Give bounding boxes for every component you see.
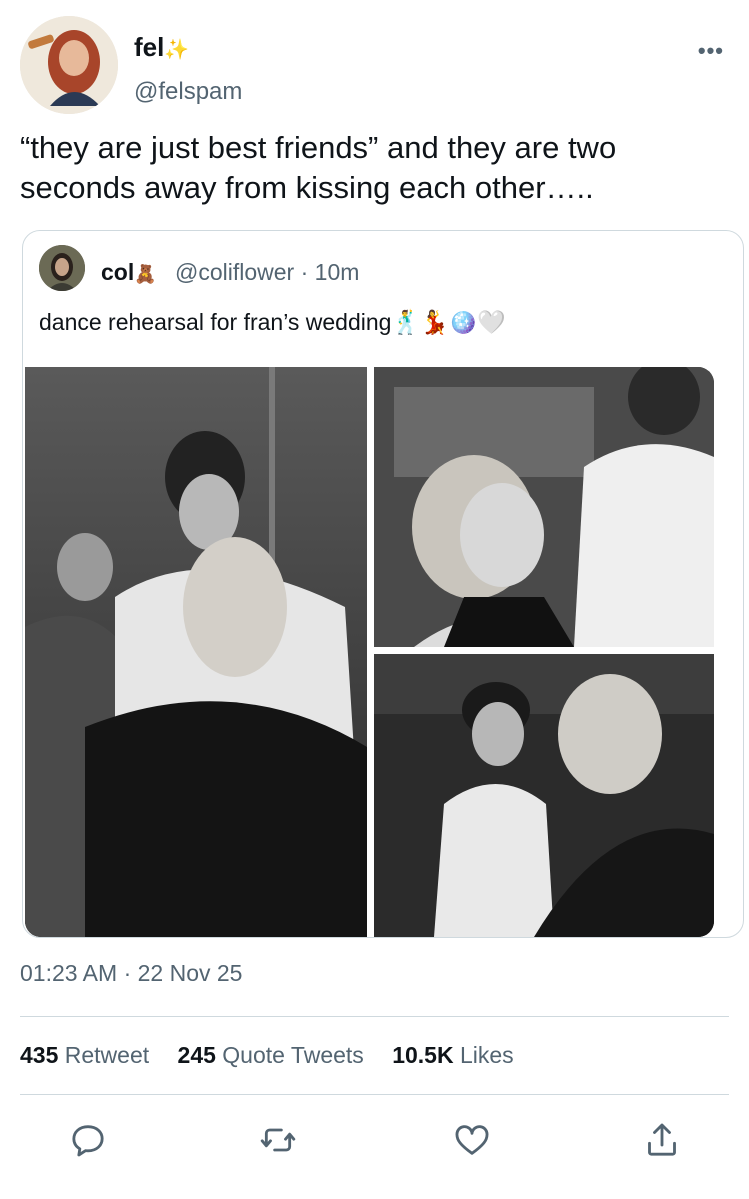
tweet-header: fel✨ @felspam ••• bbox=[20, 16, 730, 116]
likes-count: 10.5K bbox=[392, 1042, 454, 1068]
divider bbox=[20, 1094, 729, 1095]
quoted-author-handle-time: @coliflower · 10m bbox=[175, 259, 360, 285]
author-avatar[interactable] bbox=[20, 16, 118, 114]
retweets-count: 435 bbox=[20, 1042, 59, 1068]
retweets-label: Retweet bbox=[64, 1042, 150, 1068]
quoted-tweet-text: dance rehearsal for fran’s wedding🕺💃🪩🤍 bbox=[39, 309, 507, 335]
share-icon[interactable] bbox=[642, 1120, 682, 1160]
divider bbox=[20, 1016, 729, 1017]
tweet-stats: 435 Retweet 245 Quote Tweets 10.5K Likes bbox=[20, 1042, 536, 1069]
likes-label: Likes bbox=[459, 1042, 514, 1068]
quoted-photo-1[interactable] bbox=[25, 367, 367, 937]
quote-tweets-label: Quote Tweets bbox=[222, 1042, 364, 1068]
retweet-icon[interactable] bbox=[258, 1120, 298, 1160]
quoted-photo-2[interactable] bbox=[374, 367, 714, 647]
more-options-icon[interactable]: ••• bbox=[698, 38, 724, 64]
teddy-bear-emoji: 🧸 bbox=[134, 264, 157, 284]
quote-tweets-count: 245 bbox=[177, 1042, 216, 1068]
reply-icon[interactable] bbox=[68, 1120, 108, 1160]
retweets-stat[interactable]: 435 Retweet bbox=[20, 1042, 149, 1068]
tweet-timestamp[interactable]: 01:23 AM · 22 Nov 25 bbox=[20, 960, 242, 987]
like-icon[interactable] bbox=[452, 1120, 492, 1160]
quoted-photo-3[interactable] bbox=[374, 654, 714, 937]
tweet-text: “they are just best friends” and they ar… bbox=[20, 130, 617, 205]
quoted-tweet[interactable]: col🧸 @coliflower · 10m dance rehearsal f… bbox=[22, 230, 744, 938]
quote-tweets-stat[interactable]: 245 Quote Tweets bbox=[178, 1042, 364, 1068]
quoted-author-display-name: col🧸 bbox=[101, 259, 157, 285]
sparkles-emoji: ✨ bbox=[164, 39, 190, 61]
tweet-actions bbox=[0, 1120, 749, 1164]
quoted-author-avatar bbox=[39, 245, 85, 291]
author-handle[interactable]: @felspam bbox=[134, 78, 242, 106]
author-display-name[interactable]: fel✨ bbox=[134, 32, 189, 63]
likes-stat[interactable]: 10.5K Likes bbox=[392, 1042, 513, 1068]
